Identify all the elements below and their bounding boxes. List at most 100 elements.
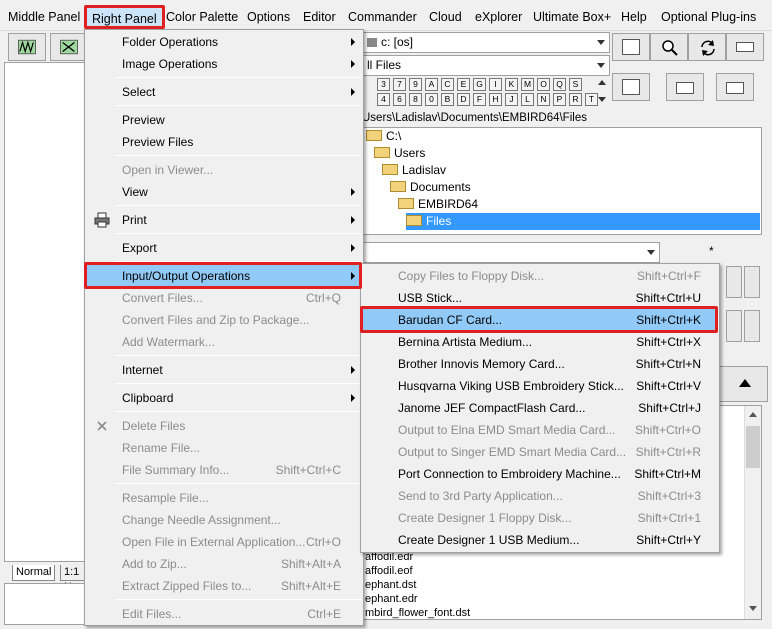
tree-node[interactable]: Documents — [390, 179, 471, 196]
letter-filter-key[interactable]: 8 — [409, 93, 422, 106]
file-list-item[interactable]: affodil.eof — [365, 564, 413, 578]
grid-button-4[interactable] — [744, 310, 760, 342]
scroll-thumb[interactable] — [746, 426, 760, 468]
letter-filter-key[interactable]: 3 — [377, 78, 390, 91]
letter-filter-key[interactable]: 4 — [377, 93, 390, 106]
letter-filter-key[interactable]: O — [537, 78, 550, 91]
menu-item-edit-files[interactable]: Edit Files... Ctrl+E — [87, 603, 361, 625]
page-view-button[interactable] — [612, 33, 650, 61]
menu-item-internet[interactable]: Internet — [87, 359, 361, 381]
letter-filter-key[interactable]: 7 — [393, 78, 406, 91]
submenu-item-brother-innovis-memory-card[interactable]: Brother Innovis Memory Card... Shift+Ctrl… — [363, 353, 717, 375]
submenu-item-create-designer-1-usb-medium[interactable]: Create Designer 1 USB Medium... Shift+Ctr… — [363, 529, 717, 551]
menubar-item-explorer[interactable]: eXplorer — [469, 6, 528, 28]
new-item-button[interactable] — [612, 73, 650, 101]
letter-filter-key[interactable]: M — [521, 78, 534, 91]
submenu-item-husqvarna-viking-usb-embroidery-stick[interactable]: Husqvarna Viking USB Embroidery Stick...… — [363, 375, 717, 397]
menu-item-preview[interactable]: Preview — [87, 109, 361, 131]
letter-filter-key[interactable]: Q — [553, 78, 566, 91]
menu-item-resample-file[interactable]: Resample File... — [87, 487, 361, 509]
folder-up-button[interactable] — [716, 73, 754, 101]
letter-filter-key[interactable]: E — [457, 78, 470, 91]
menu-item-preview-files[interactable]: Preview Files — [87, 131, 361, 153]
submenu-item-barudan-cf-card[interactable]: Barudan CF Card... Shift+Ctrl+K — [363, 309, 717, 331]
menu-item-open-in-viewer[interactable]: Open in Viewer... — [87, 159, 361, 181]
scroll-up-icon[interactable] — [749, 412, 757, 417]
menubar-item-middle-panel[interactable]: Middle Panel — [2, 6, 86, 28]
menu-item-image-operations[interactable]: Image Operations — [87, 53, 361, 75]
file-list-item[interactable]: mbird_flower_font.dst — [365, 606, 470, 620]
tab-normal[interactable]: Normal — [12, 565, 56, 581]
letter-filter-key[interactable]: N — [537, 93, 550, 106]
tree-node[interactable]: Users — [374, 145, 425, 162]
letter-filter-key[interactable]: 0 — [425, 93, 438, 106]
stitch-tool-button[interactable] — [8, 33, 46, 61]
menubar-item-editor[interactable]: Editor — [297, 6, 342, 28]
letter-filter-key[interactable]: 6 — [393, 93, 406, 106]
grid-button-2[interactable] — [744, 266, 760, 298]
menubar-item-commander[interactable]: Commander — [342, 6, 423, 28]
letter-filter-key[interactable]: L — [521, 93, 534, 106]
letter-filter-key[interactable]: I — [489, 78, 502, 91]
submenu-item-bernina-artista-medium[interactable]: Bernina Artista Medium... Shift+Ctrl+X — [363, 331, 717, 353]
letter-filter-key[interactable]: 9 — [409, 78, 422, 91]
file-list-item[interactable]: ephant.dst — [365, 578, 416, 592]
pattern-select[interactable] — [362, 242, 660, 263]
file-list-item[interactable]: ephant.edr — [365, 592, 418, 606]
submenu-item-usb-stick[interactable]: USB Stick... Shift+Ctrl+U — [363, 287, 717, 309]
panel-toggle-button[interactable] — [726, 33, 764, 61]
stitch-delete-tool-button[interactable] — [50, 33, 88, 61]
submenu-item-send-to-3rd-party-application[interactable]: Send to 3rd Party Application... Shift+Ct… — [363, 485, 717, 507]
letter-filter-key[interactable]: B — [441, 93, 454, 106]
menu-item-add-watermark[interactable]: Add Watermark... — [87, 331, 361, 353]
menu-item-folder-operations[interactable]: Folder Operations — [87, 31, 361, 53]
menu-item-print[interactable]: Print — [87, 209, 361, 231]
menu-item-clipboard[interactable]: Clipboard — [87, 387, 361, 409]
menubar-item-color-palette[interactable]: Color Palette — [160, 6, 244, 28]
scroll-down-icon[interactable] — [749, 606, 757, 611]
menu-item-add-to-zip[interactable]: Add to Zip... Shift+Alt+A — [87, 553, 361, 575]
letter-filter-key[interactable]: C — [441, 78, 454, 91]
menu-item-open-file-in-external-application[interactable]: Open File in External Application... Ctrl… — [87, 531, 361, 553]
tree-node[interactable]: Ladislav — [382, 162, 446, 179]
scroll-up-icon[interactable] — [598, 80, 606, 85]
menu-item-extract-zipped-files-to[interactable]: Extract Zipped Files to... Shift+Alt+E — [87, 575, 361, 597]
menu-item-convert-files-and-zip-to-package[interactable]: Convert Files and Zip to Package... — [87, 309, 361, 331]
grid-button-1[interactable] — [726, 266, 742, 298]
file-list-scrollbar[interactable] — [744, 406, 761, 619]
menubar-item-ultimate-box[interactable]: Ultimate Box+ — [527, 6, 617, 28]
menu-item-select[interactable]: Select — [87, 81, 361, 103]
submenu-item-copy-files-to-floppy-disk[interactable]: Copy Files to Floppy Disk... Shift+Ctrl+F — [363, 265, 717, 287]
tree-node[interactable]: Files — [406, 213, 760, 230]
menubar-item-help[interactable]: Help — [615, 6, 653, 28]
menu-item-file-summary-info[interactable]: File Summary Info... Shift+Ctrl+C — [87, 459, 361, 481]
refresh-button[interactable] — [688, 33, 726, 61]
menubar-item-right-panel[interactable]: Right Panel — [84, 5, 165, 29]
submenu-item-output-to-elna-emd-smart-media-card[interactable]: Output to Elna EMD Smart Media Card... Sh… — [363, 419, 717, 441]
letter-filter-key[interactable]: D — [457, 93, 470, 106]
menu-item-convert-files[interactable]: Convert Files... Ctrl+Q — [87, 287, 361, 309]
submenu-item-create-designer-1-floppy-disk[interactable]: Create Designer 1 Floppy Disk... Shift+Ct… — [363, 507, 717, 529]
grid-button-3[interactable] — [726, 310, 742, 342]
menubar-item-cloud[interactable]: Cloud — [423, 6, 468, 28]
letter-filter-key[interactable]: S — [569, 78, 582, 91]
submenu-item-output-to-singer-emd-smart-media-card[interactable]: Output to Singer EMD Smart Media Card...… — [363, 441, 717, 463]
drive-select[interactable]: c: [os] — [362, 32, 610, 53]
letter-filter-key[interactable]: F — [473, 93, 486, 106]
action-button[interactable] — [718, 366, 768, 402]
menu-item-change-needle-assignment[interactable]: Change Needle Assignment... — [87, 509, 361, 531]
menu-item-delete-files[interactable]: Delete Files — [87, 415, 361, 437]
letter-filter-key[interactable]: T — [585, 93, 598, 106]
menu-item-rename-file[interactable]: Rename File... — [87, 437, 361, 459]
submenu-item-port-connection-to-embroidery-machine[interactable]: Port Connection to Embroidery Machine...… — [363, 463, 717, 485]
menubar-item-options[interactable]: Options — [241, 6, 296, 28]
letter-filter-key[interactable]: H — [489, 93, 502, 106]
folder-button[interactable] — [666, 73, 704, 101]
tree-node[interactable]: C:\ — [366, 128, 401, 145]
zoom-button[interactable] — [650, 33, 688, 61]
letter-filter-key[interactable]: P — [553, 93, 566, 106]
file-filter-select[interactable]: ll Files — [362, 55, 610, 76]
menu-item-input-output-operations[interactable]: Input/Output Operations — [87, 265, 361, 287]
submenu-item-janome-jef-compactflash-card[interactable]: Janome JEF CompactFlash Card... Shift+Ctr… — [363, 397, 717, 419]
scroll-down-icon[interactable] — [598, 97, 606, 102]
